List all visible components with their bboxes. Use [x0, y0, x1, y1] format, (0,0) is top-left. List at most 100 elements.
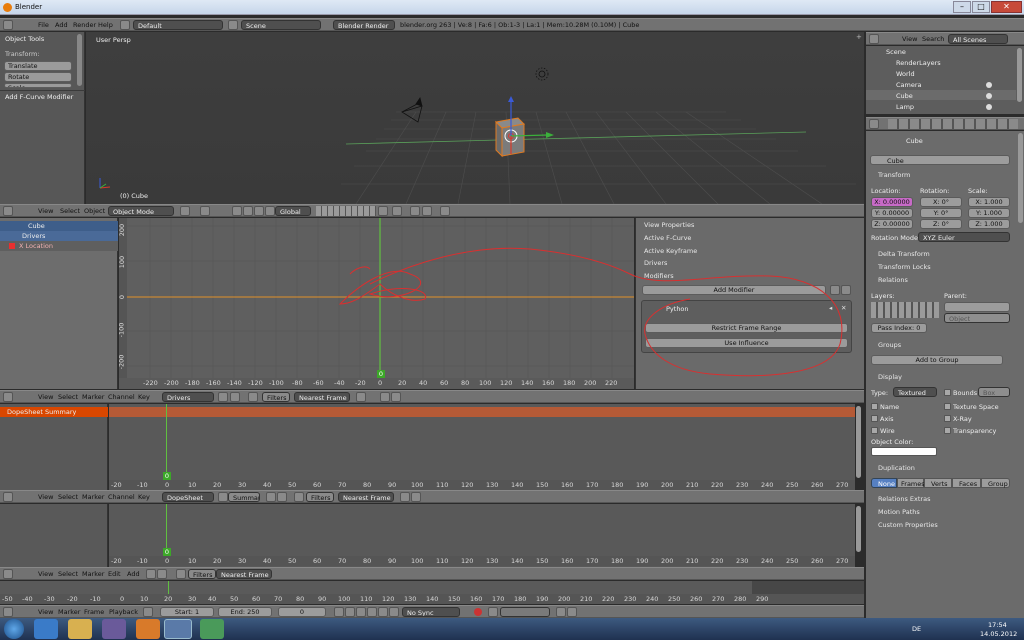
next-key-icon[interactable] [378, 607, 388, 617]
ds-summary-icon[interactable] [218, 492, 228, 502]
texture-space-checkbox[interactable] [944, 403, 951, 410]
duplication-panel[interactable]: Duplication [878, 464, 915, 472]
ds-copy-icon[interactable] [400, 492, 410, 502]
translate-button[interactable]: Translate [4, 61, 72, 71]
operator-panel-title[interactable]: Add F-Curve Modifier [5, 93, 73, 101]
rotation-y-field[interactable]: Y: 0° [920, 208, 962, 218]
parent-type-select[interactable]: Object [944, 313, 1010, 323]
dopesheet-mode-select[interactable]: DopeSheet [162, 492, 214, 502]
transparency-checkbox[interactable] [944, 427, 951, 434]
pivot-icon[interactable] [200, 206, 210, 216]
graph-menu-select[interactable]: Select [58, 392, 78, 402]
outliner-item-scene[interactable]: Scene [886, 48, 906, 56]
opengl-render-icon[interactable] [440, 206, 450, 216]
delete-key-icon[interactable] [567, 607, 577, 617]
rotation-mode-select[interactable]: XYZ Euler [918, 232, 1010, 242]
graph-editor-icon[interactable] [3, 392, 13, 402]
graph-menu-key[interactable]: Key [138, 392, 150, 402]
dopesheet-summary-row[interactable]: DopeSheet Summary [0, 407, 108, 417]
graph-menu-marker[interactable]: Marker [82, 392, 104, 402]
paste-keys-icon[interactable] [391, 392, 401, 402]
keying-set-select[interactable] [500, 607, 550, 617]
rotation-z-field[interactable]: Z: 0° [920, 219, 962, 229]
nla-snap-select[interactable]: Nearest Frame [216, 569, 272, 579]
scale-x-field[interactable]: X: 1.000 [968, 197, 1010, 207]
outliner-menu-search[interactable]: Search [922, 34, 944, 44]
channel-xloc-row[interactable]: X Location [0, 241, 118, 251]
scene-icon[interactable] [228, 20, 238, 30]
3d-viewport[interactable]: User Persp (0) Cube + [86, 32, 864, 204]
player-icon[interactable] [136, 619, 160, 639]
eye-icon[interactable] [986, 93, 992, 99]
copy-keys-icon[interactable] [380, 392, 390, 402]
render-preview-icon[interactable] [392, 206, 402, 216]
ds-only-selected-icon[interactable] [266, 492, 276, 502]
prev-key-icon[interactable] [345, 607, 355, 617]
graph-pivot-icon[interactable] [356, 392, 366, 402]
object-name-field[interactable]: Cube [870, 155, 1010, 165]
ds-paste-icon[interactable] [411, 492, 421, 502]
insert-key-icon[interactable] [556, 607, 566, 617]
ie-icon[interactable] [34, 619, 58, 639]
record-icon[interactable] [474, 608, 482, 616]
tool-shelf-title[interactable]: Object Tools [5, 35, 44, 43]
graph-menu-view[interactable]: View [38, 392, 53, 402]
nla-menu-edit[interactable]: Edit [108, 569, 121, 579]
minimize-button[interactable]: – [953, 1, 971, 13]
bounds-checkbox[interactable] [944, 389, 951, 396]
groups-panel[interactable]: Groups [878, 341, 901, 349]
dup-tab-none[interactable]: None [871, 478, 897, 488]
custom-properties-panel[interactable]: Custom Properties [878, 521, 938, 529]
graph-mode-select[interactable]: Drivers [162, 392, 214, 402]
maximize-button[interactable]: □ [972, 1, 990, 13]
properties-scrollbar[interactable] [1018, 133, 1023, 223]
context-tabs[interactable] [888, 119, 1018, 129]
axis-checkbox[interactable] [871, 415, 878, 422]
tl-menu-marker[interactable]: Marker [58, 607, 80, 617]
proportional-icon[interactable] [422, 206, 432, 216]
ds-menu-marker[interactable]: Marker [82, 492, 104, 502]
outliner-item-cube[interactable]: Cube [896, 92, 913, 100]
wire-checkbox[interactable] [871, 427, 878, 434]
outliner-item-lamp[interactable]: Lamp [896, 103, 914, 111]
screen-layout-select[interactable]: Default [133, 20, 223, 30]
menu-file[interactable]: File [38, 20, 49, 30]
nla-menu-select[interactable]: Select [58, 569, 78, 579]
properties-editor-icon[interactable] [869, 119, 879, 129]
ds-filters-button[interactable]: Filters [306, 492, 334, 502]
nla-menu-view[interactable]: View [38, 569, 53, 579]
orientation-select[interactable]: Global [275, 206, 311, 216]
dopesheet-editor-icon[interactable] [3, 492, 13, 502]
translate-manip-icon[interactable] [243, 206, 253, 216]
ds-menu-view[interactable]: View [38, 492, 53, 502]
current-frame-field[interactable]: 0 [278, 607, 326, 617]
add-to-group-button[interactable]: Add to Group [871, 355, 1003, 365]
dopesheet2-scrollbar[interactable] [856, 506, 861, 552]
timeline[interactable]: -50 -40 -30 -20 -10 0 10 20 30 40 50 60 … [0, 581, 864, 604]
delta-transform-panel[interactable]: Delta Transform [878, 250, 930, 258]
ds-hidden-icon[interactable] [277, 492, 287, 502]
jump-end-icon[interactable] [389, 607, 399, 617]
rotate-manip-icon[interactable] [254, 206, 264, 216]
view3d-editor-icon[interactable] [3, 206, 13, 216]
channel-drivers-row[interactable]: Drivers [0, 231, 118, 241]
nla-hidden-icon[interactable] [157, 569, 167, 579]
channel-cube-row[interactable]: Cube [0, 221, 118, 231]
menu-add[interactable]: Add [55, 20, 68, 30]
app-task-icon[interactable] [200, 619, 224, 639]
scene-select[interactable]: Scene [241, 20, 321, 30]
graph-filters-button[interactable]: Filters [262, 392, 290, 402]
outliner-item-world[interactable]: World [896, 70, 915, 78]
sync-select[interactable]: No Sync [402, 607, 460, 617]
jump-start-icon[interactable] [334, 607, 344, 617]
view3d-menu-view[interactable]: View [38, 206, 53, 216]
dup-tab-group[interactable]: Group [981, 478, 1010, 488]
play-icon[interactable] [367, 607, 377, 617]
motion-paths-panel[interactable]: Motion Paths [878, 508, 920, 516]
outliner-display-select[interactable]: All Scenes [948, 34, 1008, 44]
location-y-field[interactable]: Y: 0.00000 [871, 208, 913, 218]
preview-range-icon[interactable] [143, 607, 153, 617]
view3d-menu-object[interactable]: Object [84, 206, 105, 216]
keying-set-icon[interactable] [488, 607, 498, 617]
graph-menu-channel[interactable]: Channel [108, 392, 135, 402]
